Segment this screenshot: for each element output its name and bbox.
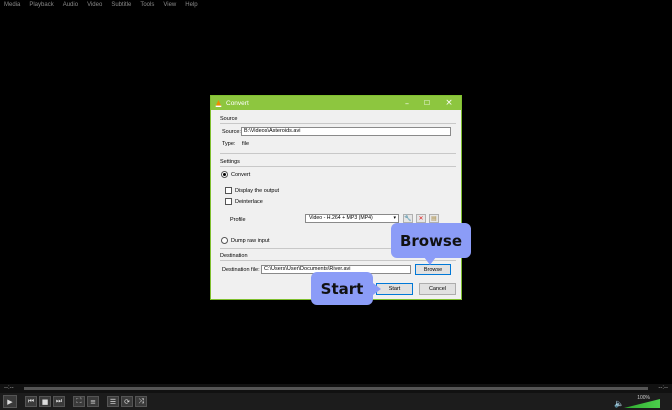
settings-section-label: Settings	[220, 159, 240, 165]
deinterlace-checkbox[interactable]	[225, 198, 232, 205]
menu-media[interactable]: Media	[4, 2, 20, 8]
source-bottom-divider	[220, 153, 456, 154]
menu-video[interactable]: Video	[87, 2, 102, 8]
vlc-cone-icon	[215, 99, 222, 107]
extended-settings-icon[interactable]: ≡	[87, 396, 99, 407]
profile-select-value: Video - H.264 + MP3 (MP4)	[309, 215, 373, 221]
type-label: Type:	[222, 141, 236, 147]
seek-bar: --:-- --:--	[0, 384, 672, 393]
destination-section-label: Destination	[220, 253, 248, 259]
menu-subtitle[interactable]: Subtitle	[111, 2, 131, 8]
display-output-checkbox[interactable]	[225, 187, 232, 194]
dump-raw-label: Dump raw input	[231, 238, 270, 244]
display-output-label: Display the output	[235, 188, 280, 194]
menu-bar: Media Playback Audio Video Subtitle Tool…	[0, 0, 672, 10]
destination-file-label: Destination file:	[222, 267, 260, 273]
total-time: --:--	[658, 385, 668, 391]
close-icon[interactable]: ×	[440, 96, 458, 110]
stop-icon[interactable]: ■	[39, 396, 51, 407]
menu-playback[interactable]: Playback	[29, 2, 53, 8]
convert-radio[interactable]	[221, 171, 228, 178]
next-icon[interactable]: ⏭	[53, 396, 65, 407]
fullscreen-icon[interactable]: ⛶	[73, 396, 85, 407]
deinterlace-label: Deinterlace	[235, 199, 263, 205]
loop-icon[interactable]: ⟳	[121, 396, 133, 407]
edit-profile-icon[interactable]: 🔧	[403, 214, 413, 223]
source-label: Source:	[222, 129, 241, 135]
maximize-icon[interactable]: ☐	[418, 96, 436, 110]
source-divider	[220, 123, 456, 124]
speaker-icon[interactable]: 🔈	[614, 400, 624, 408]
menu-help[interactable]: Help	[185, 2, 197, 8]
menu-tools[interactable]: Tools	[140, 2, 154, 8]
previous-icon[interactable]: ⏮	[25, 396, 37, 407]
dialog-titlebar[interactable]: Convert – ☐ ×	[211, 96, 461, 110]
source-section-label: Source	[220, 116, 238, 122]
destination-divider	[220, 260, 456, 261]
new-profile-icon[interactable]: ▤	[429, 214, 439, 223]
profile-select[interactable]: Video - H.264 + MP3 (MP4) ▾	[305, 214, 399, 223]
settings-divider	[220, 166, 456, 167]
menu-audio[interactable]: Audio	[63, 2, 78, 8]
type-value: file	[242, 141, 250, 147]
play-icon[interactable]: ▶	[3, 395, 17, 408]
delete-profile-icon[interactable]: ✕	[416, 214, 426, 223]
elapsed-time: --:--	[4, 385, 14, 391]
dialog-title: Convert	[226, 99, 249, 107]
convert-dialog: Convert – ☐ × Source Source: B:\Videos\A…	[210, 95, 462, 300]
dump-raw-radio[interactable]	[221, 237, 228, 244]
menu-view[interactable]: View	[163, 2, 176, 8]
browse-button[interactable]: Browse	[415, 264, 451, 275]
shuffle-icon[interactable]: ⤨	[135, 396, 147, 407]
start-callout: Start	[311, 272, 381, 305]
source-input[interactable]: B:\Videos\Asteroids.avi	[241, 127, 451, 136]
playlist-icon[interactable]: ☰	[107, 396, 119, 407]
profile-label: Profile	[230, 217, 246, 223]
minimize-icon[interactable]: –	[398, 96, 416, 110]
convert-label: Convert	[231, 172, 251, 178]
seek-slider[interactable]	[24, 387, 648, 390]
volume-percent: 100%	[637, 395, 650, 401]
control-bar: ▶ ⏮ ■ ⏭ ⛶ ≡ ☰ ⟳ ⤨	[0, 393, 672, 410]
chevron-down-icon: ▾	[393, 215, 396, 221]
volume-control[interactable]: 🔈 100%	[614, 395, 664, 409]
browse-callout: Browse	[391, 223, 471, 265]
start-button[interactable]: Start	[376, 283, 413, 295]
cancel-button[interactable]: Cancel	[419, 283, 456, 295]
